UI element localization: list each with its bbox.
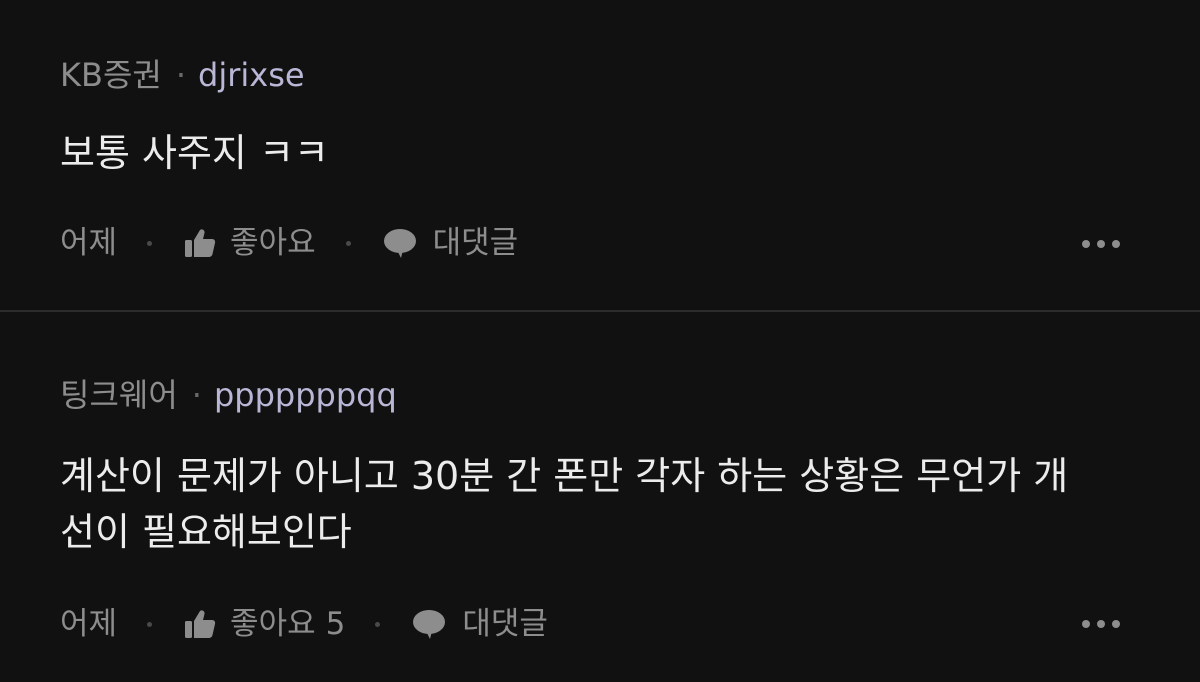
comment-item: 팅크웨어 · pppppppqq 계산이 문제가 아니고 30분 간 폰만 각자… [0,312,1200,682]
username-link[interactable]: pppppppqq [214,375,397,415]
timestamp: 어제 [60,606,118,642]
reply-button[interactable]: 대댓글 [462,604,548,644]
thumbs-up-icon[interactable] [184,228,216,258]
comment-text: 보통 사주지 ㅋㅋ [60,131,329,175]
meta-separator: · [175,56,186,94]
comment-meta: KB증권 · djrixse [60,55,305,95]
action-separator [147,240,153,246]
more-dot [1112,240,1120,248]
more-horizontal-icon[interactable] [1082,620,1120,628]
more-dot [1097,620,1105,628]
like-button[interactable]: 좋아요 [230,604,316,644]
action-separator [345,240,351,246]
action-separator [147,621,153,627]
timestamp: 어제 [60,225,118,261]
more-dot [1112,620,1120,628]
speech-bubble-icon[interactable] [383,228,417,258]
company-label: 팅크웨어 [60,376,178,414]
more-dot [1082,240,1090,248]
username-link[interactable]: djrixse [198,55,305,95]
like-button[interactable]: 좋아요 [230,223,316,263]
speech-bubble-icon[interactable] [412,609,446,639]
more-horizontal-icon[interactable] [1082,240,1120,248]
like-count: 5 [325,606,346,642]
comment-actions: 어제 좋아요 5 대댓글 [60,604,548,644]
meta-separator: · [191,376,202,414]
company-label: KB증권 [60,56,162,94]
thumbs-up-icon[interactable] [184,609,216,639]
comment-text: 계산이 문제가 아니고 30분 간 폰만 각자 하는 상황은 무언가 개 선이 … [60,454,1069,554]
reply-button[interactable]: 대댓글 [433,223,519,263]
more-dot [1097,240,1105,248]
comment-meta: 팅크웨어 · pppppppqq [60,375,397,415]
action-separator [375,621,381,627]
comment-item: KB증권 · djrixse 보통 사주지 ㅋㅋ 어제 좋아요 대댓글 [0,0,1200,310]
comment-actions: 어제 좋아요 대댓글 [60,223,518,263]
more-dot [1082,620,1090,628]
